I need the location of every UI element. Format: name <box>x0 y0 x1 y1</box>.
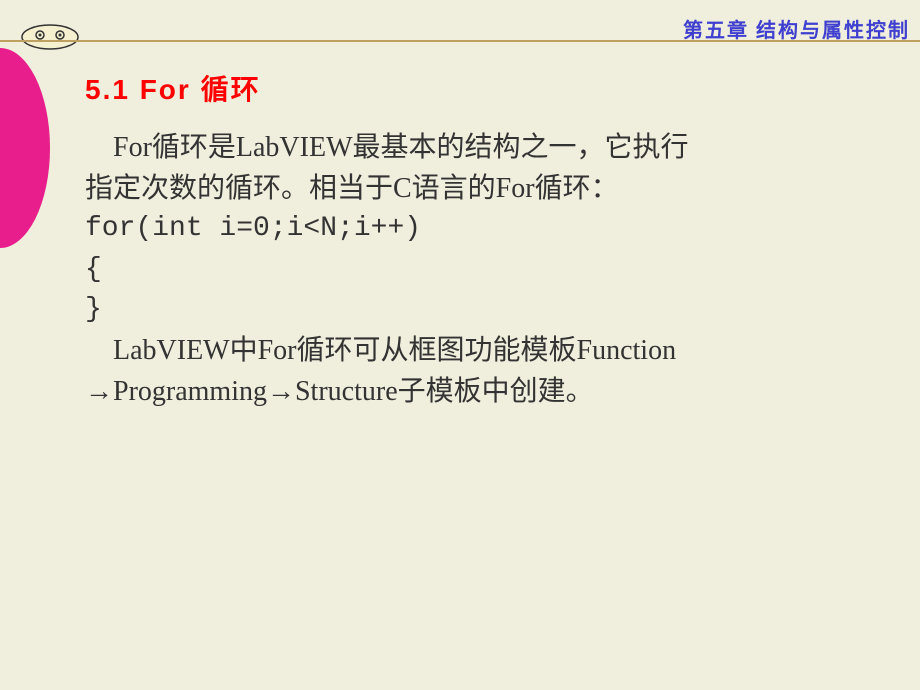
section-title: 5.1 For 循环 <box>85 68 890 108</box>
slide-content: 5.1 For 循环 For循环是LabVIEW最基本的结构之一，它执行 指定次… <box>0 48 920 412</box>
header-divider <box>0 40 920 42</box>
code-line: } <box>85 290 890 331</box>
header-bar: 第五章 结构与属性控制 <box>0 0 920 48</box>
paragraph-line: LabVIEW中For循环可从框图功能模板Function <box>85 331 890 372</box>
corner-decoration-icon <box>20 22 80 52</box>
paragraph-line: →Programming→Structure子模板中创建。 <box>85 372 890 413</box>
paragraph-line: For循环是LabVIEW最基本的结构之一，它执行 <box>85 128 890 169</box>
chapter-title: 第五章 结构与属性控制 <box>683 14 910 43</box>
body-text: For循环是LabVIEW最基本的结构之一，它执行 指定次数的循环。相当于C语言… <box>85 128 890 412</box>
code-line: for(int i=0;i<N;i++) <box>85 209 890 250</box>
code-line: { <box>85 250 890 291</box>
paragraph-line: 指定次数的循环。相当于C语言的For循环： <box>85 169 890 210</box>
